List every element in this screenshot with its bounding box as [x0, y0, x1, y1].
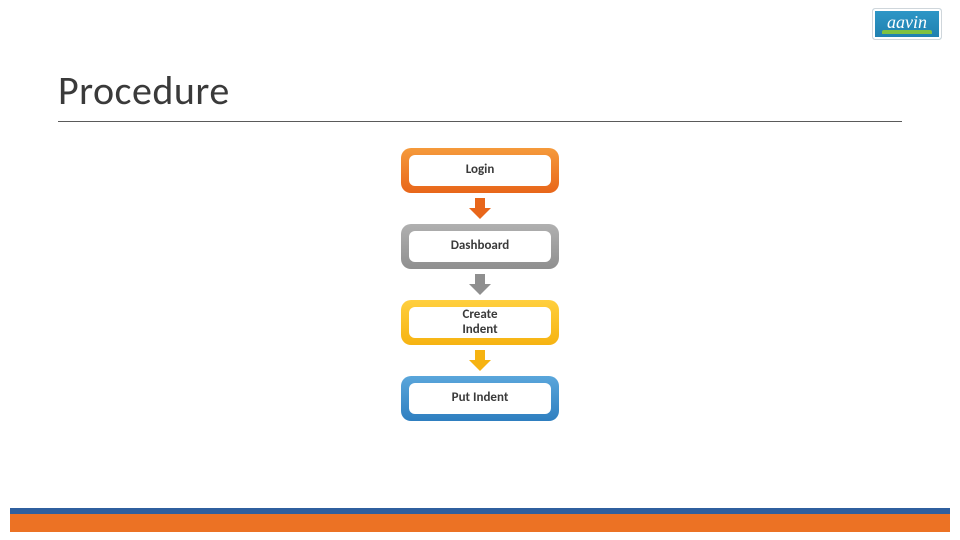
arrow-down-icon: [469, 274, 491, 295]
brand-logo-wave: [882, 30, 932, 34]
arrow-down-icon: [469, 350, 491, 371]
flow-step-label: Create Indent: [409, 307, 551, 338]
flow-step-create-indent: Create Indent: [401, 300, 559, 345]
procedure-flow: Login Dashboard Create Indent Put Indent: [401, 148, 559, 421]
flow-step-dashboard: Dashboard: [401, 224, 559, 269]
flow-step-label: Login: [409, 155, 551, 186]
flow-step-login: Login: [401, 148, 559, 193]
flow-step-put-indent: Put Indent: [401, 376, 559, 421]
brand-logo: aavin: [872, 8, 942, 40]
arrow-down-icon: [469, 198, 491, 219]
flow-step-label: Dashboard: [409, 231, 551, 262]
title-underline: [58, 121, 902, 122]
footer-bar-orange: [10, 514, 950, 532]
page-title: Procedure: [58, 66, 230, 115]
flow-step-label: Put Indent: [409, 383, 551, 414]
brand-logo-text: aavin: [887, 15, 927, 29]
